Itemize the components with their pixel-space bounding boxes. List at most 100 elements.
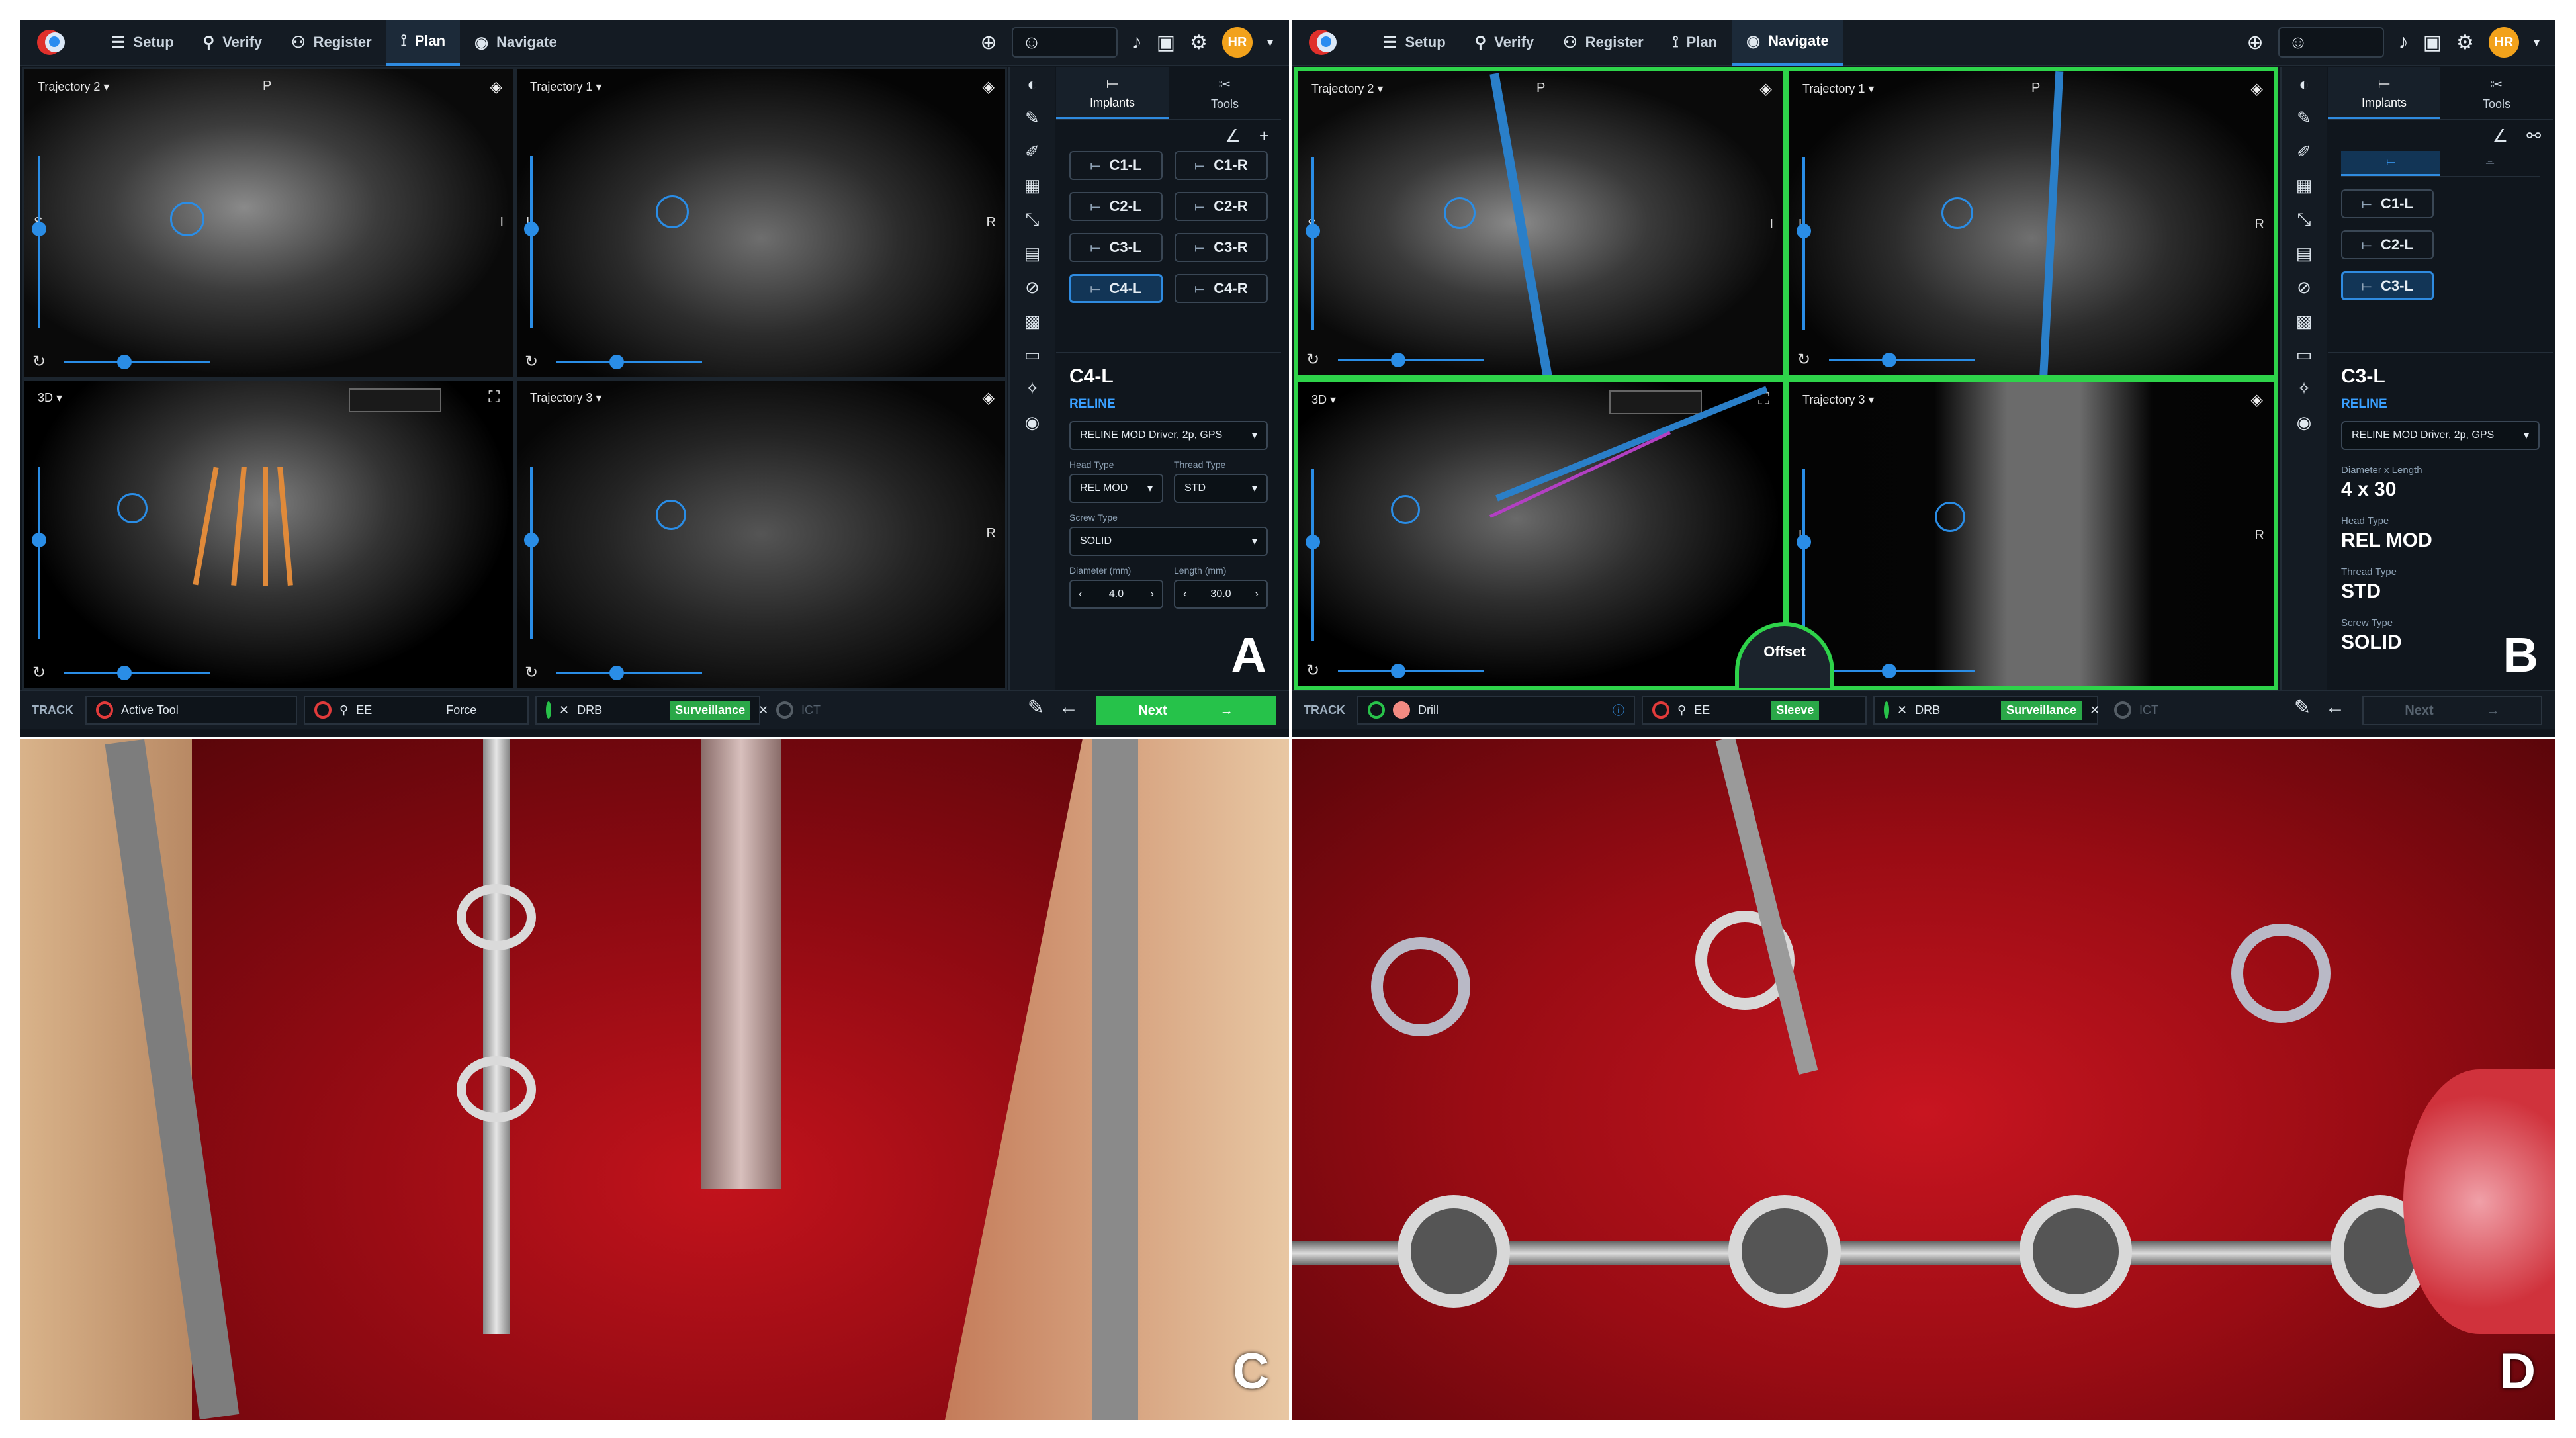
nav-verify[interactable]: ⚲ Verify — [1460, 20, 1549, 66]
viewport-label[interactable]: Trajectory 2 ▾ — [38, 80, 109, 94]
slice-slider-horizontal[interactable] — [64, 666, 210, 680]
reset-icon[interactable]: ↻ — [525, 663, 538, 682]
viewport-trajectory-1[interactable]: Trajectory 1 ▾ ◈ L R ↻ — [515, 67, 1007, 379]
image-icon[interactable]: ▤ — [1024, 244, 1041, 264]
eye-icon[interactable]: ◉ — [2297, 412, 2312, 433]
viewport-label[interactable]: Trajectory 2 ▾ — [1311, 82, 1383, 96]
viewport-label[interactable]: Trajectory 3 ▾ — [1802, 393, 1874, 407]
reset-icon[interactable]: ↻ — [1797, 350, 1810, 369]
angle-icon[interactable]: ∠ — [1225, 126, 1241, 146]
view-controls[interactable] — [1609, 390, 1702, 414]
viewport-label[interactable]: 3D ▾ — [1311, 393, 1336, 407]
user-selector[interactable]: ☺ — [1011, 27, 1118, 58]
chevron-left-icon[interactable]: ‹ — [1079, 588, 1082, 600]
slice-slider-horizontal[interactable] — [1338, 664, 1484, 678]
implant-button[interactable]: ⟝ C3-R — [1175, 233, 1268, 262]
implant-button[interactable]: ⟝ C3-L — [1069, 233, 1163, 262]
crop-icon[interactable]: ⤡ — [2297, 209, 2311, 230]
slice-slider-horizontal[interactable] — [556, 355, 702, 369]
target-circle[interactable] — [1941, 197, 1973, 229]
implant-button[interactable]: ⟝ C1-L — [1069, 151, 1163, 180]
pen-icon[interactable]: ✐ — [2297, 142, 2311, 162]
layers-icon[interactable]: ◈ — [1760, 79, 1772, 99]
viewport-3d[interactable]: 3D ▾ ⛶ ↻ — [1294, 379, 1787, 690]
viewport-label[interactable]: Trajectory 3 ▾ — [530, 391, 601, 405]
magic-wand-icon[interactable]: ✧ — [2297, 379, 2311, 399]
driver-select[interactable]: RELINE MOD Driver, 2p, GPS ▾ — [2341, 421, 2540, 450]
chevron-down-icon[interactable]: ▾ — [2534, 36, 2540, 50]
nav-navigate[interactable]: ◉ Navigate — [1732, 20, 1843, 66]
document-icon[interactable]: ▭ — [2296, 345, 2313, 365]
nav-setup[interactable]: ☰ Setup — [97, 20, 189, 66]
user-avatar[interactable]: HR — [1221, 27, 1253, 58]
layers-icon[interactable]: ◈ — [2251, 79, 2263, 99]
image-icon[interactable]: ▤ — [2296, 244, 2313, 264]
reset-icon[interactable]: ↻ — [32, 352, 46, 371]
globe-icon[interactable]: ⊕ — [2247, 31, 2264, 54]
active-tool-status[interactable]: Active Tool — [85, 696, 297, 725]
tab-tools[interactable]: ✂ Tools — [2440, 67, 2553, 119]
nav-plan[interactable]: ⟟ Plan — [1658, 20, 1732, 66]
gear-icon[interactable]: ⚙ — [1190, 31, 1208, 54]
wrench-icon[interactable]: ✎ — [2294, 696, 2311, 719]
viewport-3d[interactable]: 3D ▾ ⛶ ↻ — [22, 379, 515, 690]
reset-icon[interactable]: ↻ — [1306, 350, 1319, 369]
layers-icon[interactable]: ◈ — [983, 388, 995, 408]
view-controls[interactable] — [349, 388, 441, 412]
nav-setup[interactable]: ☰ Setup — [1368, 20, 1460, 66]
drill-status[interactable]: Drill ⓘ — [1357, 696, 1635, 725]
target-circle[interactable] — [1935, 502, 1965, 532]
ruler-icon[interactable]: ✎ — [1025, 108, 1040, 128]
slice-slider-vertical[interactable] — [1306, 157, 1320, 330]
viewport-trajectory-2[interactable]: Trajectory 2 ▾ ◈ P S I ↻ — [22, 67, 515, 379]
slice-slider-vertical[interactable] — [1797, 469, 1811, 641]
globe-icon[interactable]: ⊕ — [981, 31, 997, 54]
crop-icon[interactable]: ⤡ — [1026, 209, 1040, 230]
slice-slider-horizontal[interactable] — [1829, 664, 1975, 678]
implant-button[interactable]: ⟝ C2-R — [1175, 192, 1268, 221]
slice-slider-horizontal[interactable] — [556, 666, 702, 680]
camera-icon[interactable]: ▣ — [2423, 31, 2442, 54]
layers-icon[interactable]: ◈ — [2251, 390, 2263, 410]
grid-icon[interactable]: ▦ — [1024, 175, 1041, 196]
slice-slider-horizontal[interactable] — [1338, 353, 1484, 367]
viewport-trajectory-1[interactable]: Trajectory 1 ▾ ◈ P L R ↻ — [1785, 67, 2278, 379]
slice-slider-vertical[interactable] — [1797, 157, 1811, 330]
viewport-trajectory-3[interactable]: Trajectory 3 ▾ ◈ L R ↻ — [1785, 379, 2278, 690]
layers-icon[interactable]: ◈ — [490, 77, 502, 97]
reset-icon[interactable]: ↻ — [525, 352, 538, 371]
add-icon[interactable]: + — [1259, 126, 1269, 146]
target-circle[interactable] — [656, 500, 686, 530]
implant-button[interactable]: ⟝ C1-R — [1175, 151, 1268, 180]
probe-icon[interactable]: ⚯ — [2526, 126, 2541, 146]
tab-tools[interactable]: ✂ Tools — [1169, 67, 1281, 119]
compass-icon[interactable]: ⊘ — [1025, 277, 1040, 298]
chevron-right-icon[interactable]: › — [1255, 588, 1259, 600]
ict-status[interactable]: ICT — [767, 696, 830, 725]
target-circle[interactable] — [656, 195, 689, 228]
info-icon[interactable]: ⓘ — [1613, 701, 1624, 719]
thread-type-select[interactable]: STD ▾ — [1174, 474, 1268, 503]
magic-wand-icon[interactable]: ✧ — [1025, 379, 1040, 399]
layers-icon[interactable]: ◈ — [983, 77, 995, 97]
compass-icon[interactable]: ⊘ — [2297, 277, 2311, 298]
reset-icon[interactable]: ↻ — [32, 663, 46, 682]
rod-view-toggle[interactable]: ⌯ — [2440, 151, 2540, 176]
wrench-icon[interactable]: ✎ — [1028, 696, 1044, 719]
chevron-down-icon[interactable]: ▾ — [1267, 36, 1273, 50]
tab-implants[interactable]: ⟝ Implants — [1056, 67, 1169, 119]
slice-slider-vertical[interactable] — [32, 156, 46, 328]
user-avatar[interactable]: HR — [2488, 27, 2519, 58]
target-circle[interactable] — [170, 202, 204, 236]
slice-slider-vertical[interactable] — [524, 467, 539, 639]
bell-icon[interactable]: ♪ — [1132, 31, 1142, 54]
implant-button-selected[interactable]: ⟝ C4-L — [1069, 274, 1163, 303]
grid-icon[interactable]: ▦ — [2296, 175, 2313, 196]
implant-button[interactable]: ⟝ C1-L — [2341, 189, 2434, 218]
back-arrow-icon[interactable]: ← — [2325, 696, 2345, 719]
chevron-right-icon[interactable]: › — [1151, 588, 1154, 600]
close-icon[interactable]: ✕ — [2090, 703, 2100, 717]
viewport-trajectory-3[interactable]: Trajectory 3 ▾ ◈ R ↻ — [515, 379, 1007, 690]
target-circle[interactable] — [117, 493, 148, 523]
half-circle-icon[interactable]: ◐ — [2299, 74, 2309, 95]
